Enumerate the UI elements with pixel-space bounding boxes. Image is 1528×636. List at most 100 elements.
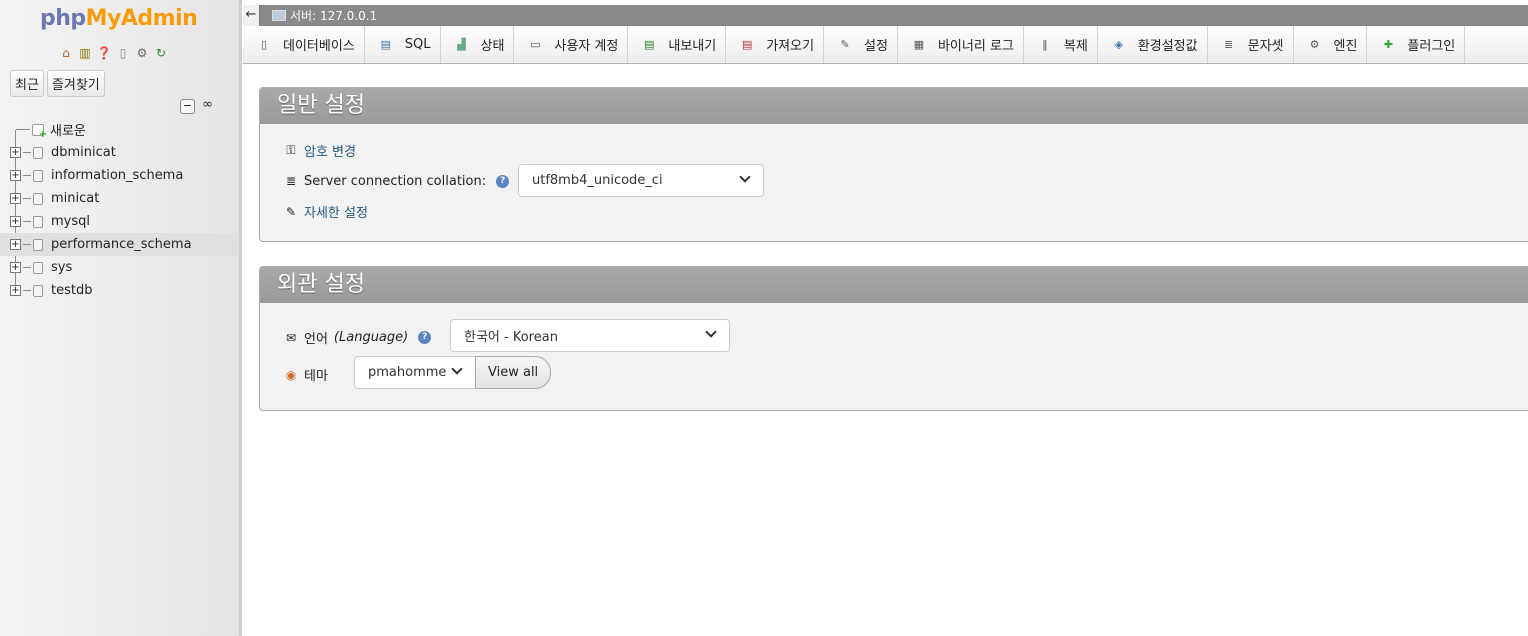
view-all-themes-button[interactable]: View all — [475, 356, 552, 389]
database-name[interactable]: information_schema — [51, 168, 183, 183]
expand-icon[interactable]: + — [10, 239, 21, 250]
import-icon: ▤ — [742, 38, 753, 51]
chevron-down-icon — [705, 326, 717, 338]
tab-plugins[interactable]: ✚ 플러그인 — [1367, 26, 1466, 63]
home-icon[interactable]: ⌂ — [58, 45, 74, 61]
settings-icon[interactable]: ⚙ — [134, 45, 150, 61]
tab-replication[interactable]: ‖ 복제 — [1024, 26, 1098, 63]
database-name[interactable]: testdb — [51, 283, 92, 298]
database-name[interactable]: mysql — [51, 214, 90, 229]
tab-status[interactable]: ▟ 상태 — [441, 26, 515, 63]
database-name[interactable]: performance_schema — [51, 237, 192, 252]
link-with-main-icon[interactable]: ∞ — [200, 98, 215, 114]
database-name[interactable]: dbminicat — [51, 145, 116, 160]
database-icon — [33, 169, 43, 182]
tab-settings[interactable]: ✎ 설정 — [824, 26, 898, 63]
tree-item-performance-schema[interactable]: + performance_schema — [0, 233, 238, 256]
tree-item-testdb[interactable]: + testdb — [0, 279, 238, 302]
tab-sql[interactable]: ▤ SQL — [365, 26, 441, 63]
language-value: 한국어 - Korean — [464, 330, 558, 345]
language-select[interactable]: 한국어 - Korean — [450, 319, 730, 352]
language-row: ✉ 언어 (Language) ? — [283, 328, 432, 347]
change-password-row: ⚿ 암호 변경 — [283, 141, 356, 160]
plugin-icon: ✚ — [1383, 38, 1394, 51]
collation-select[interactable]: utf8mb4_unicode_ci — [518, 164, 764, 197]
nav-resizer[interactable] — [239, 0, 242, 636]
tree-new-database[interactable]: 새로운 — [0, 118, 238, 141]
expand-icon[interactable]: + — [10, 262, 21, 273]
general-settings-title: 일반 설정 — [260, 88, 1528, 124]
tab-user-accounts[interactable]: ▭ 사용자 계정 — [514, 26, 629, 63]
phpmyadmin-logo[interactable]: phpMyAdmin — [40, 6, 198, 31]
help-icon[interactable]: ? — [418, 331, 432, 344]
status-icon: ▟ — [457, 38, 466, 51]
list-icon: ≣ — [285, 174, 297, 188]
document-icon[interactable]: ▯ — [115, 45, 131, 61]
database-icon — [33, 284, 43, 297]
appearance-settings-title: 외관 설정 — [260, 267, 1528, 303]
language-label-italic: (Language) — [333, 330, 409, 345]
change-password-link[interactable]: 암호 변경 — [304, 141, 356, 160]
help-icon[interactable]: ? — [496, 174, 510, 188]
variables-icon: ◈ — [1114, 38, 1124, 51]
key-icon: ⚿ — [286, 143, 296, 157]
chevron-down-icon — [739, 171, 751, 183]
collation-value: utf8mb4_unicode_ci — [532, 173, 663, 188]
tree-item-sys[interactable]: + sys — [0, 256, 238, 279]
wrench-icon: ✎ — [285, 204, 297, 219]
expand-icon[interactable]: + — [10, 285, 21, 296]
expand-icon[interactable]: + — [10, 193, 21, 204]
expand-icon[interactable]: + — [10, 170, 21, 181]
new-database-icon — [32, 123, 47, 140]
database-name[interactable]: sys — [51, 260, 72, 275]
nav-icon-bar: ⌂ ▥ ❓ ▯ ⚙ ↻ — [58, 45, 169, 61]
database-name[interactable]: minicat — [51, 191, 99, 206]
tab-binary-log[interactable]: ▦ 바이너리 로그 — [898, 26, 1024, 63]
tab-import[interactable]: ▤ 가져오기 — [726, 26, 825, 63]
database-icon — [33, 146, 43, 159]
collapse-all-icon[interactable]: − — [180, 99, 195, 114]
tree-item-information-schema[interactable]: + information_schema — [0, 164, 238, 187]
database-icon — [33, 215, 43, 228]
favorites-button[interactable]: 즐겨찾기 — [46, 70, 105, 97]
tab-charsets[interactable]: ≣ 문자셋 — [1208, 26, 1294, 63]
theme-value: pmahomme — [368, 365, 447, 380]
tree-item-dbminicat[interactable]: + dbminicat — [0, 141, 238, 164]
language-label: 언어 — [304, 332, 328, 347]
server-breadcrumb[interactable]: 서버: 127.0.0.1 — [290, 7, 377, 24]
top-menu: ▯ 데이터베이스 ▤ SQL ▟ 상태 ▭ 사용자 계정 ▤ 내보내기 ▤ 가져오기 ✎ 설정… — [243, 26, 1528, 64]
database-tree: 새로운 + dbminicat + information_schema + m… — [0, 118, 238, 302]
users-icon: ▭ — [530, 38, 541, 51]
navigation-panel: phpMyAdmin ⌂ ▥ ❓ ▯ ⚙ ↻ 최근 즐겨찾기 − ∞ 새로운 +… — [0, 0, 242, 636]
new-database-label: 새로운 — [50, 124, 86, 139]
expand-icon[interactable]: + — [10, 147, 21, 158]
theme-label: 테마 — [304, 369, 328, 384]
back-arrow-icon[interactable]: ← — [243, 5, 260, 26]
export-icon: ▤ — [644, 38, 655, 51]
expand-icon[interactable]: + — [10, 216, 21, 227]
tab-variables[interactable]: ◈ 환경설정값 — [1098, 26, 1208, 63]
collation-label: Server connection collation: — [304, 173, 487, 189]
database-icon: ▯ — [260, 38, 268, 51]
server-icon — [272, 10, 286, 21]
database-icon — [33, 238, 43, 251]
server-breadcrumb-bar: ← 서버: 127.0.0.1 — [243, 5, 1528, 26]
tab-engines[interactable]: ⚙ 엔진 — [1294, 26, 1368, 63]
tree-item-mysql[interactable]: + mysql — [0, 210, 238, 233]
more-settings-link[interactable]: 자세한 설정 — [304, 202, 368, 221]
reload-icon[interactable]: ↻ — [153, 45, 169, 61]
theme-select[interactable]: pmahomme — [354, 356, 476, 389]
general-settings-panel: 일반 설정 — [259, 87, 1528, 242]
language-icon: ✉ — [285, 330, 297, 345]
palette-icon: ◉ — [285, 367, 297, 382]
tab-export[interactable]: ▤ 내보내기 — [628, 26, 727, 63]
tree-item-minicat[interactable]: + minicat — [0, 187, 238, 210]
database-icon — [33, 261, 43, 274]
help-icon[interactable]: ❓ — [96, 45, 112, 61]
database-icon[interactable]: ▥ — [77, 45, 93, 61]
tab-databases[interactable]: ▯ 데이터베이스 — [243, 26, 365, 63]
binlog-icon: ▦ — [913, 38, 925, 51]
charset-icon: ≣ — [1224, 38, 1234, 51]
recent-button[interactable]: 최근 — [10, 70, 44, 97]
replication-icon: ‖ — [1042, 38, 1048, 51]
